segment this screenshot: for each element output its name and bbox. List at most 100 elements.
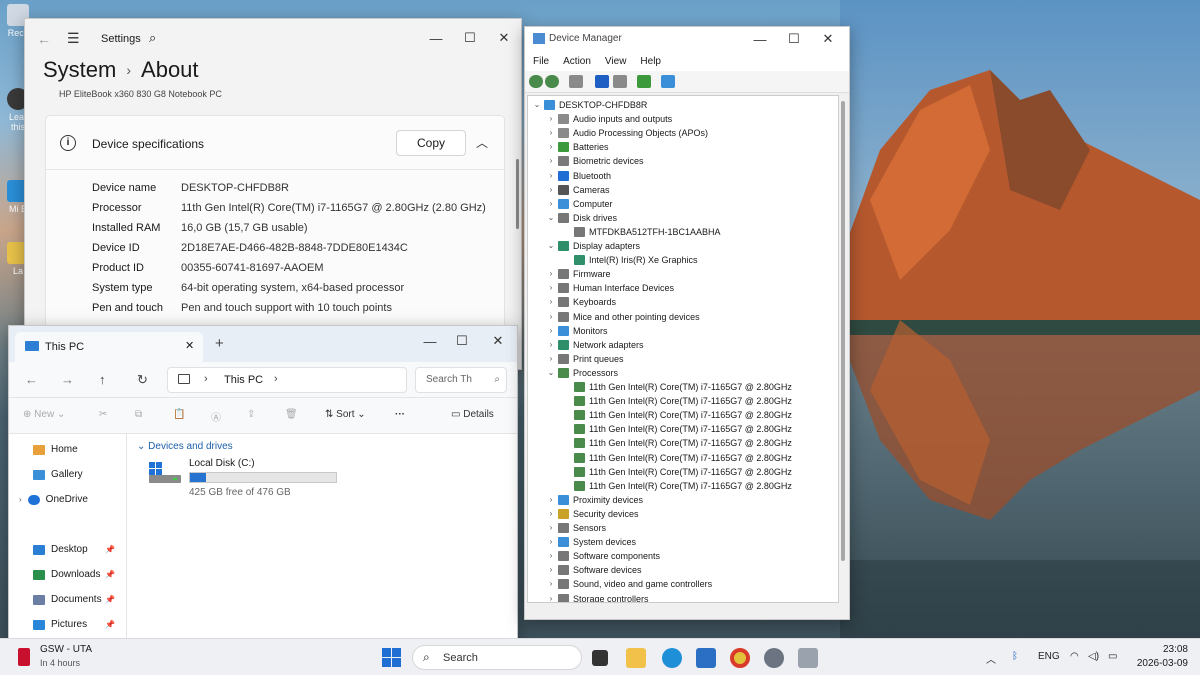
chevron-right-icon[interactable]: › [546,197,556,211]
update-driver-icon[interactable] [637,75,651,88]
chevron-right-icon[interactable]: › [546,267,556,281]
chevron-right-icon[interactable]: › [546,577,556,591]
tree-category[interactable]: › Audio Processing Objects (APOs) [546,126,708,140]
chevron-down-icon[interactable]: ⌄ [546,211,556,225]
delete-icon[interactable]: 🗑 [285,409,298,420]
card-header[interactable]: i Device specifications Copy ︿ [46,116,504,170]
nav-item-downloads[interactable]: Downloads 📌 [33,569,115,580]
scrollbar[interactable] [839,95,847,603]
up-arrow-icon[interactable]: ↑ [99,372,106,387]
back-icon[interactable] [529,75,543,88]
chevron-right-icon[interactable]: › [546,281,556,295]
tree-device[interactable]: MTFDKBA512TFH-1BC1AABHA [562,225,721,239]
tree-category[interactable]: › Print queues [546,352,624,366]
device-manager-taskbar-icon[interactable] [798,648,818,668]
battery-icon[interactable]: ▭ [1108,651,1117,662]
tree-category[interactable]: › Sensors [546,521,606,535]
chrome-icon[interactable] [730,648,750,668]
tree-category[interactable]: › Network adapters [546,338,644,352]
nav-item-gallery[interactable]: Gallery [33,469,83,480]
clock[interactable]: 23:08 2026-03-09 [1134,643,1188,671]
tree-category[interactable]: › Sound, video and game controllers [546,577,712,591]
rename-icon[interactable]: Ⓐ [211,409,221,424]
tree-category[interactable]: › Human Interface Devices [546,281,674,295]
chevron-right-icon[interactable]: › [546,112,556,126]
tree-device[interactable]: 11th Gen Intel(R) Core(TM) i7-1165G7 @ 2… [562,436,792,450]
volume-icon[interactable]: ◁) [1088,651,1099,662]
chevron-right-icon[interactable]: › [546,310,556,324]
view-icon[interactable] [613,75,627,88]
chevron-right-icon[interactable]: › [546,183,556,197]
menu-action[interactable]: Action [563,56,591,67]
tree-category[interactable]: › Software devices [546,563,642,577]
section-header[interactable]: ⌄ Devices and drives [137,441,233,452]
minimize-button[interactable]: — [413,326,447,356]
tree-root[interactable]: ⌄ DESKTOP-CHFDB8R [532,98,647,112]
nav-item-documents[interactable]: Documents 📌 [33,594,115,605]
tree-category[interactable]: › Monitors [546,324,608,338]
chevron-right-icon[interactable]: › [546,352,556,366]
drive-local-disk[interactable]: Local Disk (C:) 425 GB free of 476 GB [149,458,349,498]
share-icon[interactable]: ⇪ [247,409,255,420]
nav-item-desktop[interactable]: Desktop 📌 [33,544,115,555]
chevron-down-icon[interactable]: ⌄ [532,98,542,112]
search-input[interactable]: Search Th ⌕ [415,367,507,393]
menu-file[interactable]: File [533,56,549,67]
tree-category[interactable]: › Bluetooth [546,169,611,183]
chevron-right-icon[interactable]: › [546,549,556,563]
scrollbar[interactable] [516,159,519,229]
edge-icon[interactable] [662,648,682,668]
copy-icon[interactable]: ⧉ [135,409,142,420]
tree-category[interactable]: › Software components [546,549,660,563]
tree-category[interactable]: ⌄ Disk drives [546,211,617,225]
chevron-up-icon[interactable]: ︿ [986,651,996,666]
tree-category[interactable]: › Keyboards [546,295,616,309]
forward-arrow-icon[interactable]: → [61,372,74,387]
wifi-icon[interactable]: ◠ [1070,651,1079,662]
tree-category[interactable]: › Proximity devices [546,493,643,507]
tree-device[interactable]: 11th Gen Intel(R) Core(TM) i7-1165G7 @ 2… [562,394,792,408]
paste-icon[interactable]: 📋 [173,409,185,420]
chevron-right-icon[interactable]: › [546,507,556,521]
tree-category[interactable]: › Security devices [546,507,639,521]
close-button[interactable]: ✕ [811,27,845,54]
forward-icon[interactable] [545,75,559,88]
cut-icon[interactable]: ✂ [99,409,107,420]
menu-view[interactable]: View [605,56,627,67]
nav-item-onedrive[interactable]: › OneDrive [19,494,88,505]
details-button[interactable]: ▭ Details [451,409,494,420]
copy-button[interactable]: Copy [396,130,466,156]
address-field[interactable]: › This PC › [167,367,407,393]
maximize-button[interactable]: ☐ [777,27,811,54]
tree-device[interactable]: 11th Gen Intel(R) Core(TM) i7-1165G7 @ 2… [562,408,792,422]
chevron-down-icon[interactable]: ⌄ [546,366,556,380]
chevron-down-icon[interactable]: ⌄ [546,239,556,253]
tree-category[interactable]: › Firmware [546,267,611,281]
tab-this-pc[interactable]: This PC ✕ [15,332,203,362]
close-button[interactable]: ✕ [487,23,521,53]
task-view-icon[interactable] [592,650,608,666]
settings-gear-icon[interactable] [764,648,784,668]
chevron-right-icon[interactable]: › [274,373,278,385]
tree-category[interactable]: › Computer [546,197,613,211]
chevron-right-icon[interactable]: › [546,493,556,507]
tree-category[interactable]: ⌄ Display adapters [546,239,640,253]
chevron-right-icon[interactable]: › [546,521,556,535]
chevron-right-icon[interactable]: › [546,154,556,168]
chevron-right-icon[interactable]: › [546,169,556,183]
tree-category[interactable]: › Biometric devices [546,154,644,168]
taskbar-search[interactable]: ⌕ Search [412,645,582,670]
back-arrow-icon[interactable]: ← [25,372,38,387]
chevron-right-icon[interactable]: › [546,592,556,603]
chevron-right-icon[interactable]: › [546,563,556,577]
nav-item-home[interactable]: Home [33,444,78,455]
breadcrumb-system[interactable]: System [43,57,116,83]
maximize-button[interactable]: ☐ [445,326,479,356]
chevron-right-icon[interactable]: › [19,495,22,504]
tree-device[interactable]: 11th Gen Intel(R) Core(TM) i7-1165G7 @ 2… [562,451,792,465]
chevron-right-icon[interactable]: › [546,324,556,338]
close-tab-icon[interactable]: ✕ [185,339,194,352]
minimize-button[interactable]: — [419,23,453,53]
tree-device[interactable]: Intel(R) Iris(R) Xe Graphics [562,253,698,267]
tree-category[interactable]: ⌄ Processors [546,366,618,380]
